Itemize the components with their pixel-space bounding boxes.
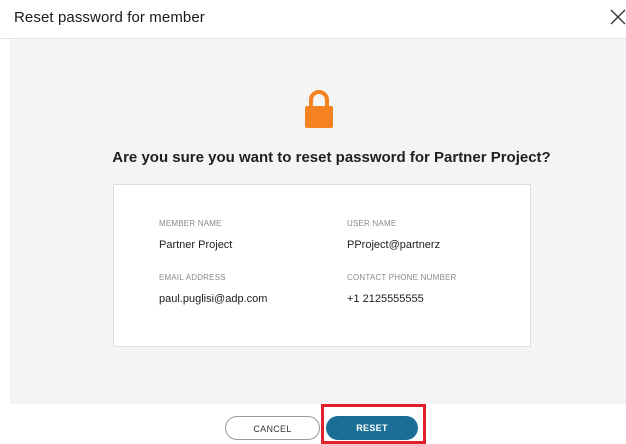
close-icon[interactable] bbox=[607, 6, 626, 28]
email-field: EMAIL ADDRESS paul.puglisi@adp.com bbox=[159, 273, 267, 305]
email-value: paul.puglisi@adp.com bbox=[159, 293, 268, 305]
reset-password-modal: Reset password for member Are you sure y… bbox=[0, 0, 626, 444]
modal-header: Reset password for member bbox=[0, 0, 626, 39]
phone-label: CONTACT PHONE NUMBER bbox=[347, 273, 457, 282]
member-name-label: MEMBER NAME bbox=[159, 219, 222, 228]
user-name-label: USER NAME bbox=[347, 219, 397, 228]
modal-footer: CANCEL RESET bbox=[0, 404, 626, 444]
member-name-field: MEMBER NAME Partner Project bbox=[159, 219, 232, 251]
cancel-button[interactable]: CANCEL bbox=[225, 416, 320, 440]
modal-body: Are you sure you want to reset password … bbox=[10, 39, 626, 404]
reset-button[interactable]: RESET bbox=[326, 416, 418, 440]
lock-icon bbox=[303, 89, 335, 129]
user-name-field: USER NAME PProject@partnerz bbox=[347, 219, 440, 251]
email-label: EMAIL ADDRESS bbox=[159, 273, 226, 282]
user-name-value: PProject@partnerz bbox=[347, 239, 441, 251]
confirmation-question: Are you sure you want to reset password … bbox=[112, 149, 551, 166]
phone-value: +1 2125555555 bbox=[347, 293, 424, 305]
member-name-value: Partner Project bbox=[159, 239, 233, 251]
member-details-card: MEMBER NAME Partner Project USER NAME PP… bbox=[113, 184, 531, 347]
modal-title: Reset password for member bbox=[14, 9, 205, 26]
phone-field: CONTACT PHONE NUMBER +1 2125555555 bbox=[347, 273, 457, 305]
close-button[interactable] bbox=[607, 6, 626, 28]
